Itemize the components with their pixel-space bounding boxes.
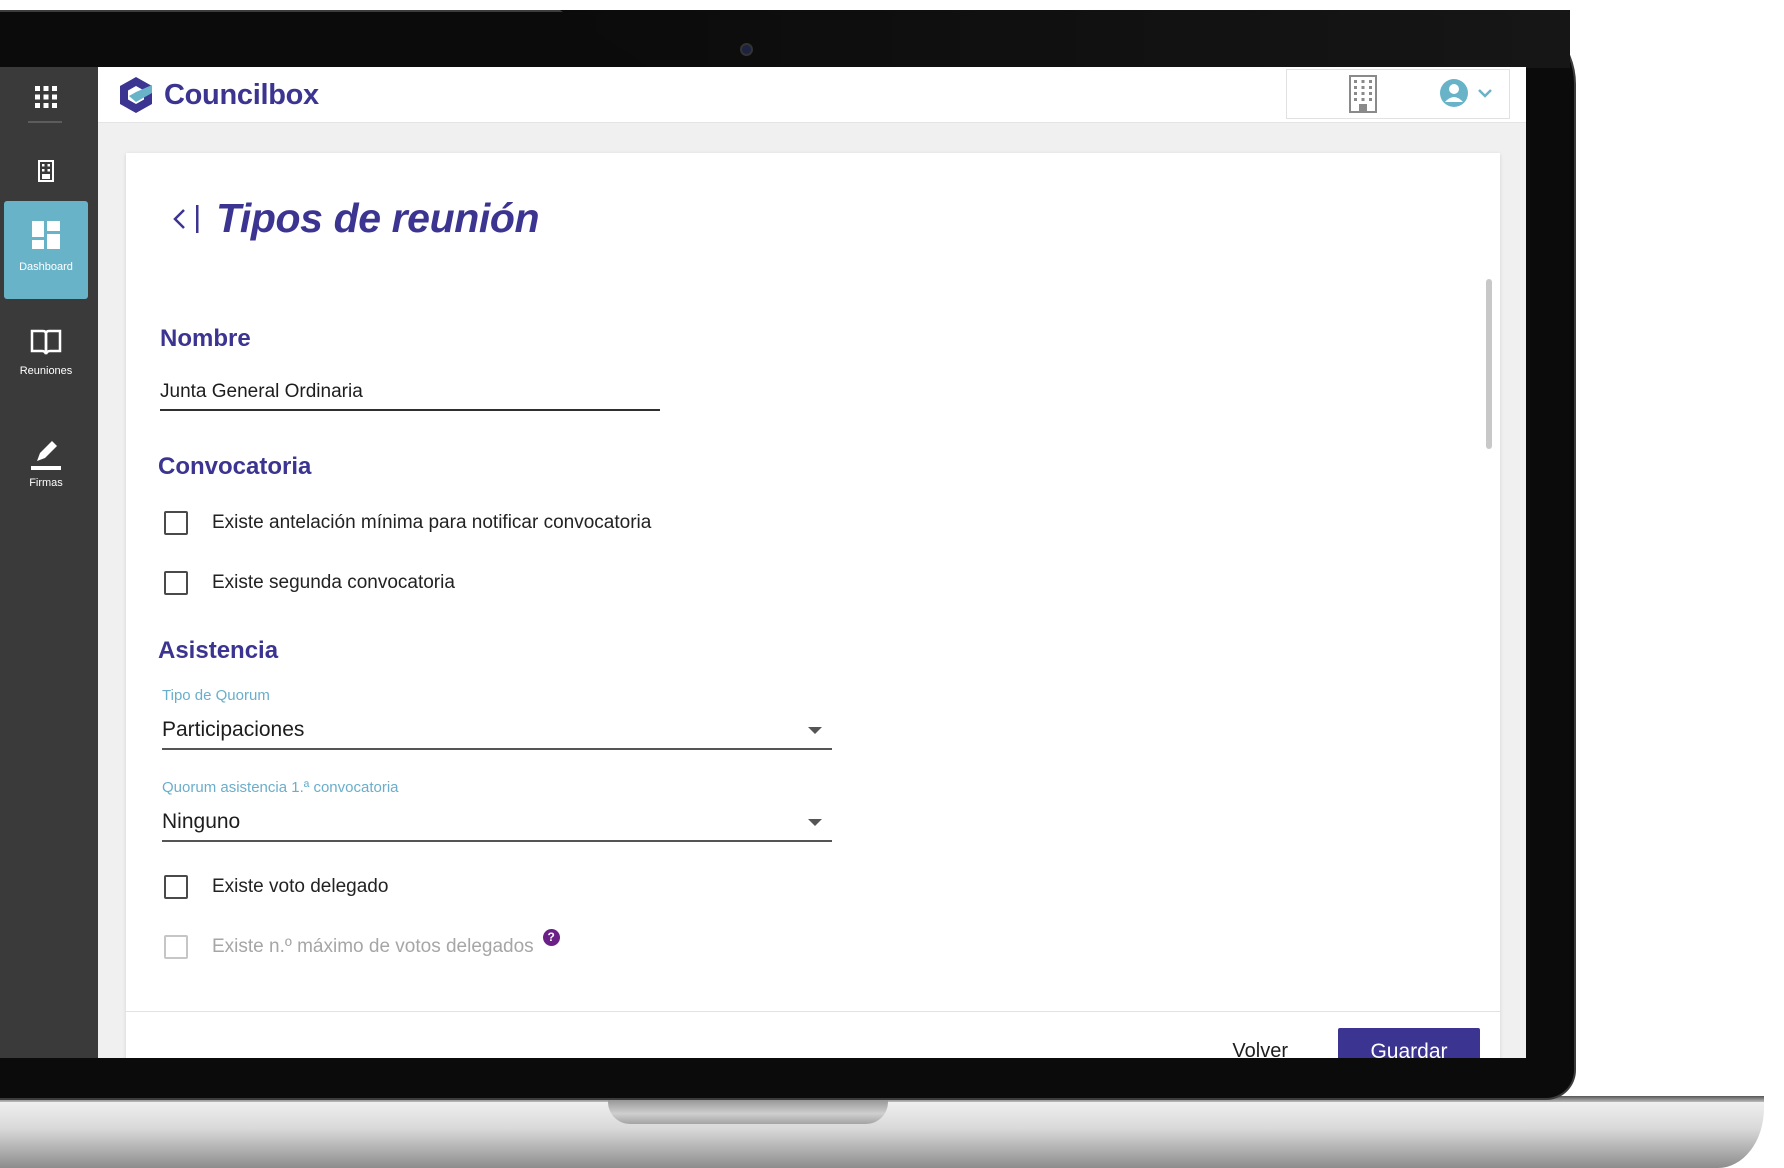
select-label: Quorum asistencia 1.ª convocatoria <box>162 779 399 796</box>
asistencia-section-title: Asistencia <box>158 637 279 664</box>
checkbox <box>164 935 188 959</box>
checkbox[interactable] <box>164 511 188 535</box>
name-section-title: Nombre <box>160 325 251 352</box>
company-button[interactable] <box>1343 74 1383 114</box>
checkbox-max-delegated-votes: Existe n.º máximo de votos delegados ? <box>164 928 560 959</box>
apps-grid-icon <box>35 86 57 108</box>
brand-name: Councilbox <box>164 78 319 111</box>
guardar-button[interactable]: Guardar <box>1338 1028 1480 1058</box>
topbar: Councilbox <box>98 67 1526 123</box>
checkbox-label: Existe segunda convocatoria <box>212 572 455 593</box>
quorum-first-call-select[interactable]: Quorum asistencia 1.ª convocatoria Ningu… <box>162 779 832 842</box>
sidebar-item-label: Firmas <box>29 477 63 489</box>
dashboard-icon <box>32 221 60 249</box>
back-button[interactable] <box>168 199 208 239</box>
sidebar-item-label: Reuniones <box>19 365 73 377</box>
select-field[interactable]: Ninguno <box>162 804 832 842</box>
help-icon[interactable]: ? <box>542 928 560 946</box>
book-icon <box>30 329 62 355</box>
volver-button[interactable]: Volver <box>1232 1040 1288 1058</box>
building-icon <box>38 160 54 182</box>
name-input[interactable] <box>160 373 660 411</box>
bezel-top-shade <box>560 10 1570 68</box>
councilbox-logo-icon <box>120 77 152 113</box>
checkbox-label: Existe n.º máximo de votos delegados <box>212 936 534 957</box>
checkbox-min-notice[interactable]: Existe antelación mínima para notificar … <box>164 511 651 535</box>
checkbox-label: Existe antelación mínima para notificar … <box>212 512 652 533</box>
checkbox-second-call[interactable]: Existe segunda convocatoria <box>164 571 455 595</box>
dropdown-arrow-icon <box>808 726 822 734</box>
checkbox-label: Existe voto delegado <box>212 876 389 897</box>
checkbox-delegated-vote[interactable]: Existe voto delegado <box>164 875 388 899</box>
webcam <box>740 43 753 56</box>
sidebar-item-company[interactable] <box>4 151 88 191</box>
checkbox[interactable] <box>164 571 188 595</box>
pen-icon <box>31 441 61 470</box>
checkbox[interactable] <box>164 875 188 899</box>
laptop-hinge-notch <box>608 1098 888 1124</box>
app-screen: Dashboard Reuniones Firmas Councilbox Ti… <box>0 67 1526 1058</box>
user-account-icon <box>1440 79 1468 107</box>
building-icon <box>1349 75 1377 113</box>
select-label: Tipo de Quorum <box>162 687 270 704</box>
dropdown-arrow-icon <box>808 818 822 826</box>
sidebar-item-reuniones[interactable]: Reuniones <box>4 329 88 397</box>
select-field[interactable]: Participaciones <box>162 712 832 750</box>
sidebar-item-firmas[interactable]: Firmas <box>4 437 88 505</box>
chevron-down-icon <box>1478 89 1492 98</box>
page-title: Tipos de reunión <box>216 195 540 241</box>
select-value: Participaciones <box>162 718 305 741</box>
sidebar-item-label: Dashboard <box>19 261 73 273</box>
sidebar-divider <box>28 121 62 123</box>
back-arrow-icon <box>173 204 199 233</box>
convocatoria-section-title: Convocatoria <box>158 453 312 480</box>
scrollbar[interactable] <box>1486 279 1492 449</box>
sidebar-item-apps[interactable] <box>4 79 88 115</box>
user-menu-button[interactable] <box>1439 78 1493 108</box>
page-header: Tipos de reunión <box>168 195 540 242</box>
brand[interactable]: Councilbox <box>116 75 319 115</box>
sidebar-item-dashboard[interactable]: Dashboard <box>4 201 88 299</box>
topbar-actions <box>1286 69 1510 119</box>
form-footer: Volver Guardar <box>126 1011 1500 1058</box>
meeting-type-form-card: Tipos de reunión Nombre Convocatoria Exi… <box>126 153 1500 1058</box>
quorum-type-select[interactable]: Tipo de Quorum Participaciones <box>162 687 832 750</box>
sidebar: Dashboard Reuniones Firmas <box>0 67 98 1058</box>
select-value: Ninguno <box>162 810 241 833</box>
